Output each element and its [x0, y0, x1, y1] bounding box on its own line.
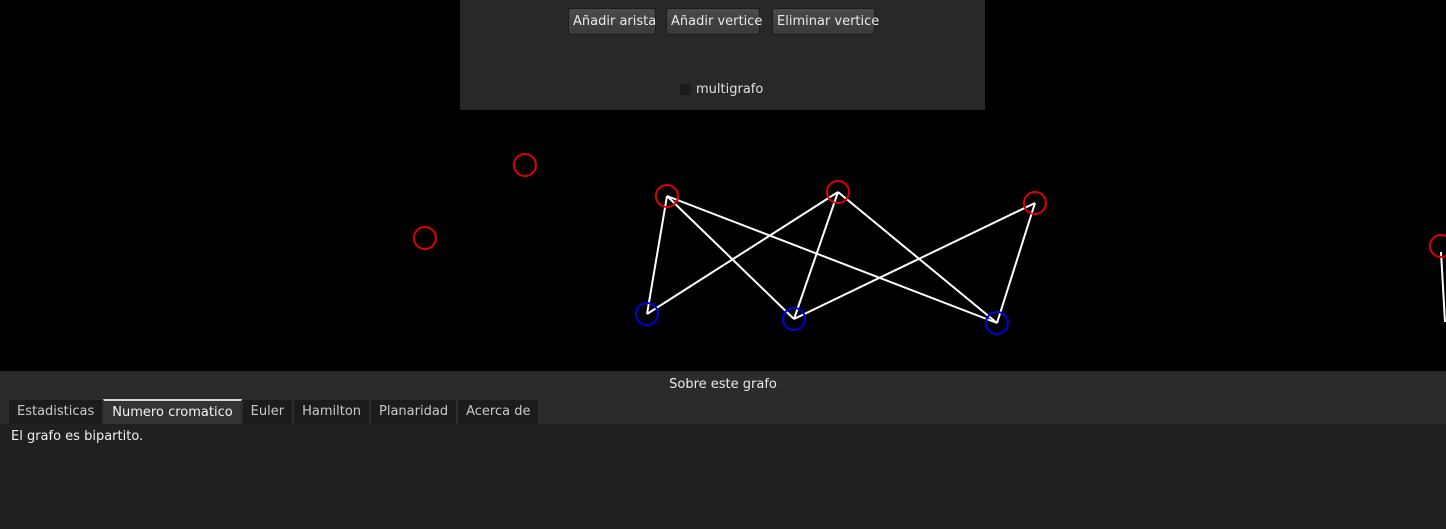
edge-r3-b3[interactable] — [996, 202, 1036, 324]
tab-estadisticas[interactable]: Estadisticas — [8, 399, 104, 424]
edge-r1-b1[interactable] — [646, 195, 668, 315]
edge-r3-b2[interactable] — [793, 202, 1036, 320]
graph-toolbar: Añadir arista Añadir vertice Eliminar ve… — [460, 0, 985, 110]
multigraph-label: multigrafo — [696, 81, 764, 97]
add-edge-button[interactable]: Añadir arista — [568, 8, 656, 35]
edge-r2-b1[interactable] — [646, 191, 839, 315]
multigraph-checkbox[interactable] — [680, 83, 691, 95]
edge-r2-b3[interactable] — [837, 191, 998, 324]
tab-hamilton[interactable]: Hamilton — [293, 399, 371, 424]
delete-vertex-button[interactable]: Eliminar vertice — [772, 8, 879, 35]
edge-r1-b3[interactable] — [666, 195, 998, 324]
vertex-red-edge[interactable] — [1429, 234, 1446, 258]
tab-numero-cromatico[interactable]: Numero cromatico — [103, 399, 242, 424]
info-tabs: Estadisticas Numero cromatico Euler Hami… — [8, 399, 540, 424]
edge-r1-b2[interactable] — [666, 195, 795, 320]
edge-offscreen[interactable] — [1440, 251, 1446, 323]
graph-info-panel: Sobre este grafo Estadisticas Numero cro… — [0, 371, 1446, 529]
panel-title: Sobre este grafo — [669, 377, 777, 392]
multigraph-toggle[interactable]: multigrafo — [680, 80, 763, 98]
result-text: El grafo es bipartito. — [11, 429, 144, 444]
tab-planaridad[interactable]: Planaridad — [370, 399, 458, 424]
vertex-red-isolated-2[interactable] — [413, 226, 437, 250]
tab-content: El grafo es bipartito. — [0, 424, 1446, 529]
tab-euler[interactable]: Euler — [241, 399, 294, 424]
tab-acerca-de[interactable]: Acerca de — [457, 399, 540, 424]
add-vertex-button[interactable]: Añadir vertice — [666, 8, 762, 35]
vertex-red-isolated-1[interactable] — [513, 153, 537, 177]
graph-editor-window: Añadir arista Añadir vertice Eliminar ve… — [0, 0, 1446, 529]
